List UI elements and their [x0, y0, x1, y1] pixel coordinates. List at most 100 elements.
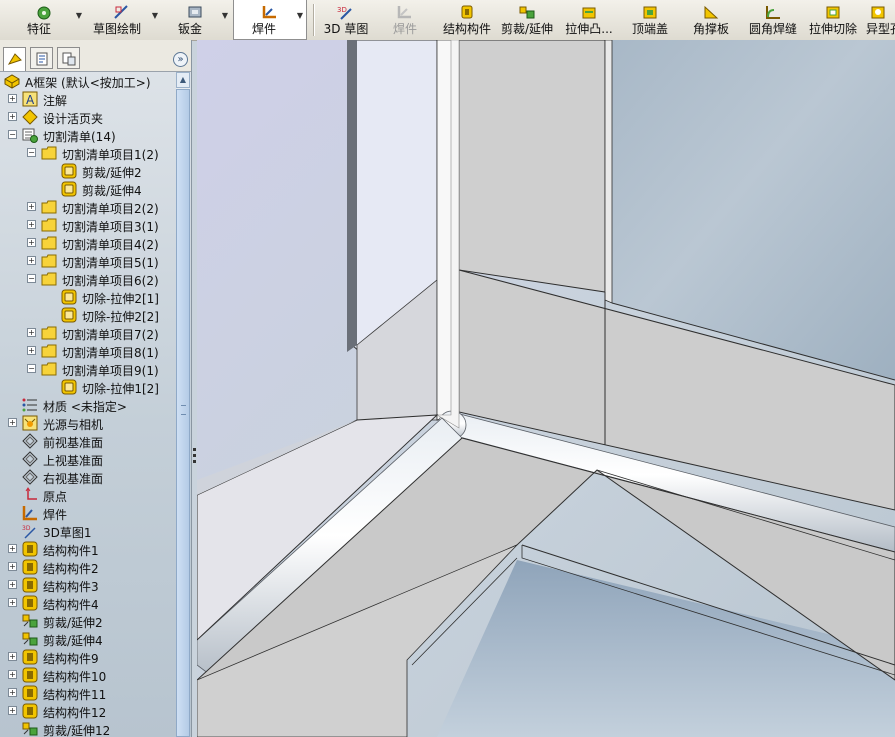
chevron-down-icon[interactable]: ▼: [76, 11, 82, 20]
expand-toggle[interactable]: +: [8, 94, 17, 103]
tree-item-cut-list[interactable]: − 切割清单(14): [0, 126, 176, 144]
expand-toggle[interactable]: +: [8, 670, 17, 679]
tree-item-cut-list-item-7[interactable]: + 切割清单项目7(2): [0, 324, 176, 342]
tree-item-cut-list-item-8[interactable]: + 切割清单项目8(1): [0, 342, 176, 360]
hole-wizard-button[interactable]: 异型孔: [864, 0, 895, 40]
tab-sheet-metal[interactable]: 钣金 ▼: [162, 0, 228, 40]
tree-item-body[interactable]: 切除-拉伸2[2]: [0, 306, 176, 324]
extruded-cut-icon: [826, 6, 840, 19]
tree-item-structural-member[interactable]: + 结构构件12: [0, 702, 176, 720]
expand-toggle[interactable]: +: [8, 562, 17, 571]
tree-item-cut-list-item-1[interactable]: − 切割清单项目1(2): [0, 144, 176, 162]
expand-toggle[interactable]: +: [27, 202, 36, 211]
expand-toggle[interactable]: +: [27, 238, 36, 247]
tree-item-trim-extend[interactable]: 剪裁/延伸12: [0, 720, 176, 737]
tree-item-lights-cameras[interactable]: + 光源与相机: [0, 414, 176, 432]
chevron-down-icon[interactable]: ▼: [152, 11, 158, 20]
trim-extend-button[interactable]: 剪裁/延伸: [498, 0, 556, 40]
collapse-toggle[interactable]: −: [27, 274, 36, 283]
tree-item-weldment[interactable]: 焊件: [0, 504, 176, 522]
expand-toggle[interactable]: +: [27, 220, 36, 229]
expand-toggle[interactable]: +: [8, 418, 17, 427]
folder-icon: [41, 326, 57, 340]
expand-toggle[interactable]: +: [8, 688, 17, 697]
tree-item-cut-list-item-5[interactable]: + 切割清单项目5(1): [0, 252, 176, 270]
tree-item-cut-list-item-6[interactable]: − 切割清单项目6(2): [0, 270, 176, 288]
lights-cameras-icon: [22, 415, 38, 431]
tree-item-structural-member[interactable]: + 结构构件2: [0, 558, 176, 576]
tree-item-annotations[interactable]: + A 注解: [0, 90, 176, 108]
tree-item-structural-member[interactable]: + 结构构件10: [0, 666, 176, 684]
tree-item-structural-member[interactable]: + 结构构件4: [0, 594, 176, 612]
trim-extend-feature-icon: [22, 632, 38, 646]
cut-list-icon: [22, 128, 38, 143]
tree-item-body[interactable]: 剪裁/延伸2: [0, 162, 176, 180]
propertymanager-tab[interactable]: [30, 47, 53, 69]
tree-item-3d-sketch[interactable]: 3D 3D草图1: [0, 522, 176, 540]
propertymanager-icon: [36, 52, 48, 66]
expand-toggle[interactable]: +: [27, 346, 36, 355]
tab-weldments[interactable]: 焊件 ▼: [233, 0, 307, 40]
collapse-toggle[interactable]: −: [27, 364, 36, 373]
solid-body-icon: [61, 379, 77, 395]
tree-item-body[interactable]: 切除-拉伸2[1]: [0, 288, 176, 306]
expand-toggle[interactable]: +: [8, 598, 17, 607]
tree-root[interactable]: A框架 (默认<按加工>): [0, 72, 176, 90]
weldment-button[interactable]: 焊件: [380, 0, 430, 40]
tree-item-right-plane[interactable]: 右视基准面: [0, 468, 176, 486]
expand-toggle[interactable]: +: [8, 580, 17, 589]
3d-sketch-button[interactable]: 3D 3D 草图: [320, 0, 372, 40]
scrollbar-thumb[interactable]: [176, 89, 190, 737]
extruded-boss-button[interactable]: 拉伸凸...: [558, 0, 620, 40]
tree-item-structural-member[interactable]: + 结构构件9: [0, 648, 176, 666]
featuremanager-tab[interactable]: [3, 47, 26, 71]
fillet-bead-icon: [766, 6, 780, 19]
tree-item-front-plane[interactable]: 前视基准面: [0, 432, 176, 450]
configurationmanager-tab[interactable]: [57, 47, 80, 69]
plane-icon: [22, 469, 38, 485]
weldments-icon: [262, 6, 276, 19]
collapse-toggle[interactable]: −: [8, 130, 17, 139]
tree-item-body[interactable]: 切除-拉伸1[2]: [0, 378, 176, 396]
extruded-cut-button[interactable]: 拉伸切除: [804, 0, 862, 40]
tab-features[interactable]: 特征 ▼: [6, 0, 82, 40]
svg-text:A: A: [26, 93, 35, 107]
expand-panel-button[interactable]: »: [173, 52, 188, 67]
separator: [313, 4, 315, 36]
structural-member-feature-icon: [22, 577, 38, 593]
scroll-up-arrow-icon[interactable]: ▲: [176, 72, 190, 88]
chevron-down-icon[interactable]: ▼: [222, 11, 228, 20]
annotations-icon: A: [22, 91, 38, 107]
tree-item-material[interactable]: 材质 <未指定>: [0, 396, 176, 414]
expand-toggle[interactable]: +: [8, 652, 17, 661]
tree-item-design-binder[interactable]: + 设计活页夹: [0, 108, 176, 126]
end-cap-button[interactable]: 顶端盖: [626, 0, 674, 40]
structural-member-button[interactable]: 结构构件: [438, 0, 496, 40]
expand-toggle[interactable]: +: [27, 328, 36, 337]
expand-toggle[interactable]: +: [27, 256, 36, 265]
expand-toggle[interactable]: +: [8, 706, 17, 715]
gusset-button[interactable]: 角撑板: [686, 0, 736, 40]
tree-item-trim-extend[interactable]: 剪裁/延伸4: [0, 630, 176, 648]
tree-item-cut-list-item-2[interactable]: + 切割清单项目2(2): [0, 198, 176, 216]
tab-sketch[interactable]: 草图绘制 ▼: [86, 0, 158, 40]
expand-toggle[interactable]: +: [8, 544, 17, 553]
tree-item-structural-member[interactable]: + 结构构件3: [0, 576, 176, 594]
chevron-down-icon[interactable]: ▼: [297, 11, 303, 20]
tree-item-trim-extend[interactable]: 剪裁/延伸2: [0, 612, 176, 630]
tree-item-cut-list-item-4[interactable]: + 切割清单项目4(2): [0, 234, 176, 252]
tree-scrollbar[interactable]: ▲: [176, 72, 190, 737]
tree-item-structural-member[interactable]: + 结构构件11: [0, 684, 176, 702]
trim-extend-icon: [519, 6, 535, 19]
collapse-toggle[interactable]: −: [27, 148, 36, 157]
tree-item-cut-list-item-9[interactable]: − 切割清单项目9(1): [0, 360, 176, 378]
origin-icon: [25, 487, 37, 500]
tree-item-cut-list-item-3[interactable]: + 切割清单项目3(1): [0, 216, 176, 234]
graphics-viewport[interactable]: [197, 40, 895, 737]
tree-item-top-plane[interactable]: 上视基准面: [0, 450, 176, 468]
tree-item-structural-member[interactable]: + 结构构件1: [0, 540, 176, 558]
tree-item-origin[interactable]: 原点: [0, 486, 176, 504]
expand-toggle[interactable]: +: [8, 112, 17, 121]
tree-item-body[interactable]: 剪裁/延伸4: [0, 180, 176, 198]
fillet-bead-button[interactable]: 圆角焊缝: [744, 0, 802, 40]
